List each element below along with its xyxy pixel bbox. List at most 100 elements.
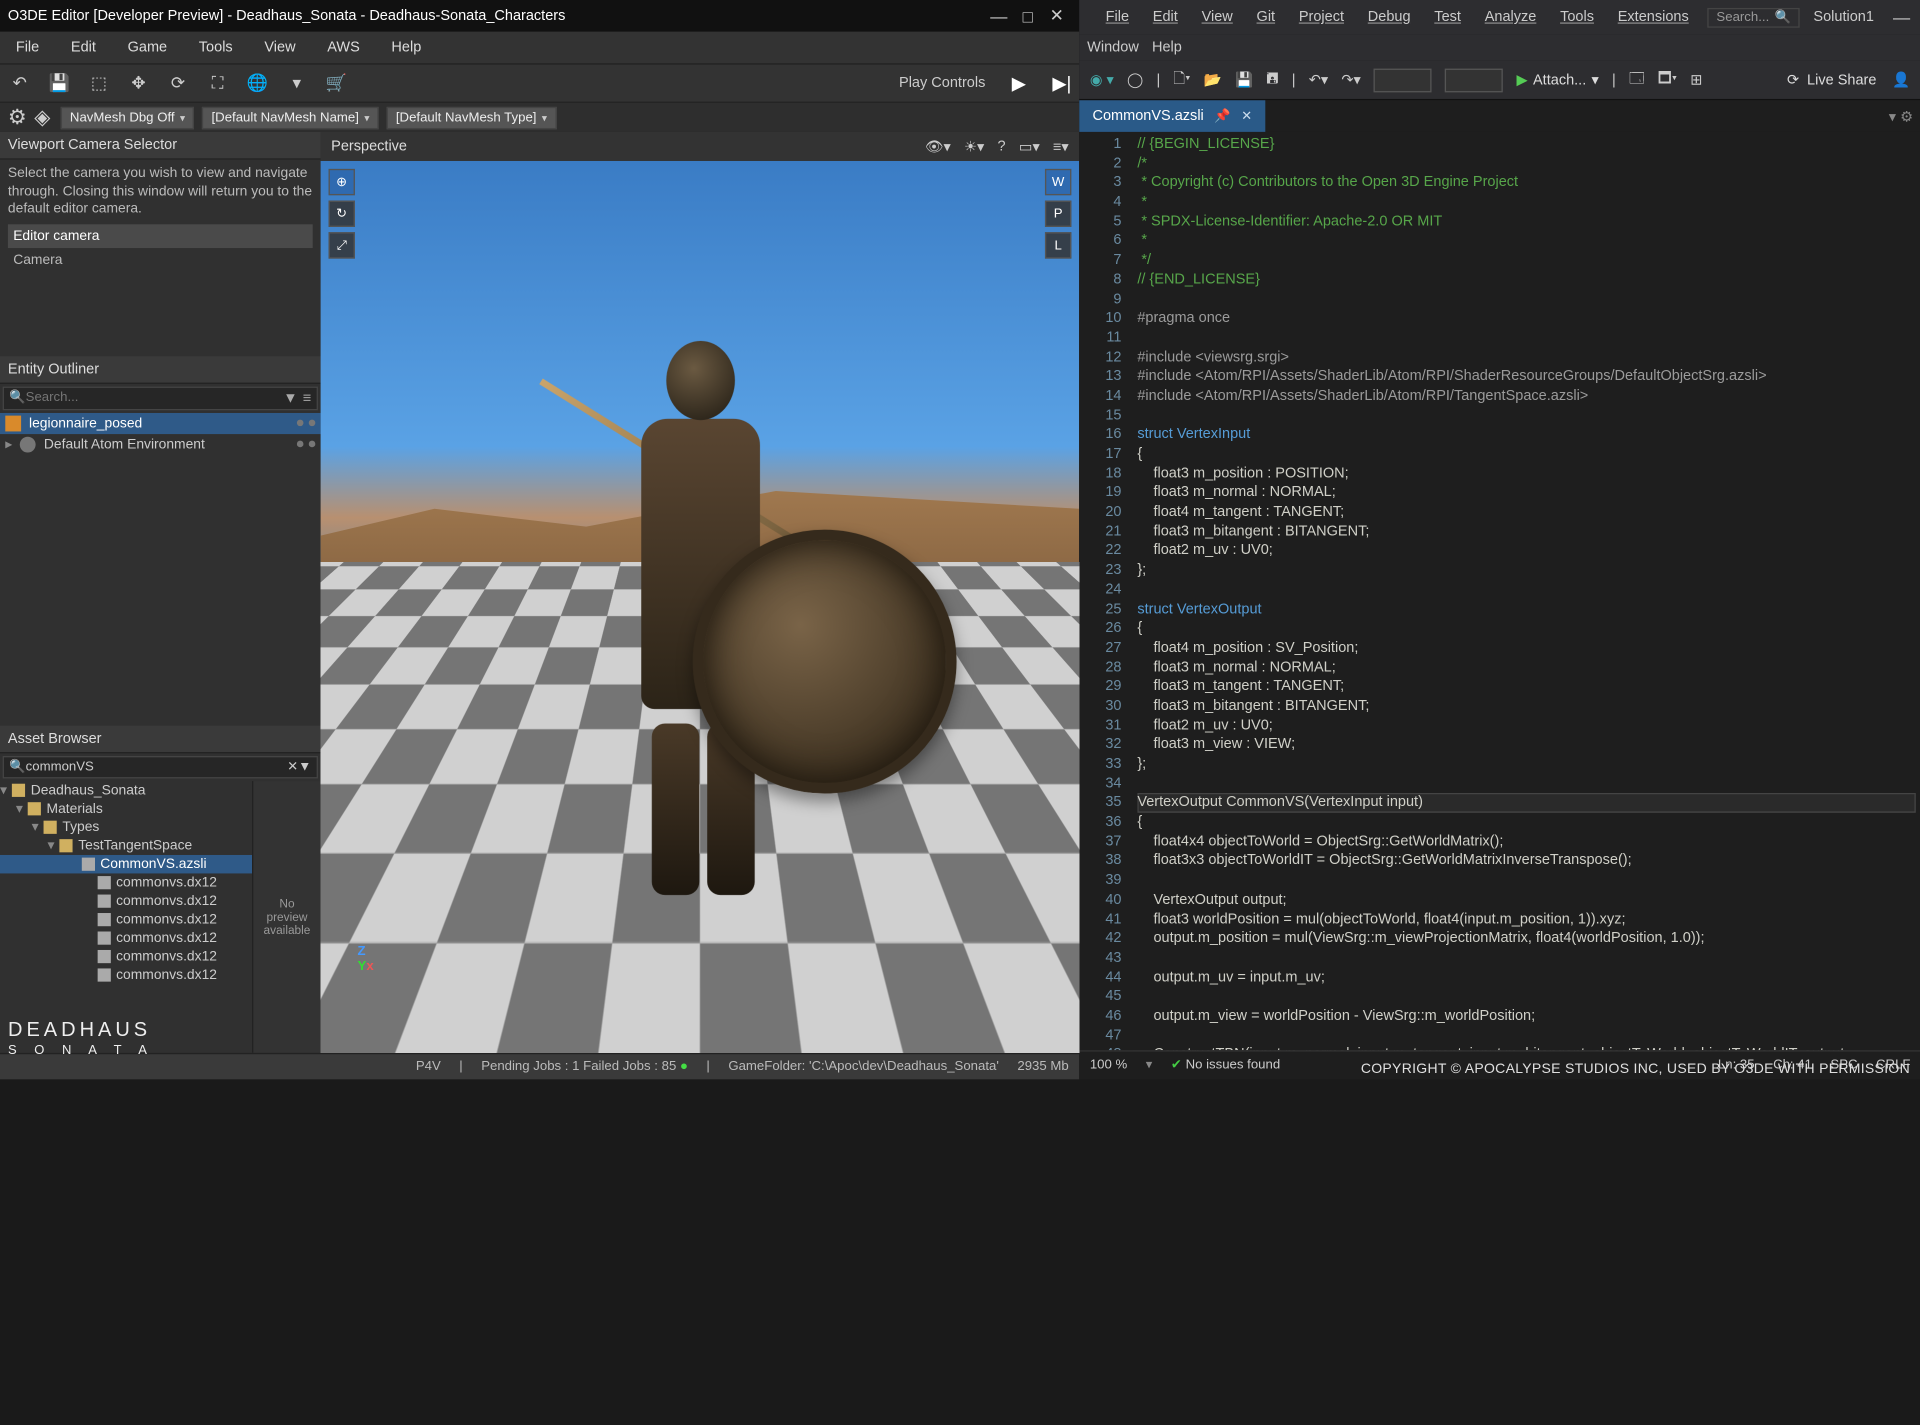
outliner-search-input[interactable] bbox=[26, 391, 284, 406]
globe-icon[interactable]: 🌐 bbox=[245, 71, 269, 95]
undo-icon[interactable]: ↶▾ bbox=[1309, 71, 1328, 88]
tab-options-icon[interactable]: ▾ ⚙ bbox=[1889, 108, 1913, 125]
asset-tree-item[interactable]: commonvs.dx12 bbox=[0, 874, 252, 892]
live-share[interactable]: ⟳ Live Share 👤 bbox=[1787, 71, 1911, 88]
outliner-search[interactable]: 🔍 ▼≡ bbox=[3, 386, 318, 410]
vp-help-icon[interactable]: ? bbox=[997, 138, 1005, 155]
vs-menu-test[interactable]: Test bbox=[1429, 9, 1466, 25]
vs-menu-project[interactable]: Project bbox=[1294, 9, 1350, 25]
vs-menu-git[interactable]: Git bbox=[1251, 9, 1280, 25]
vp-expand-icon[interactable]: ⤢ bbox=[329, 232, 355, 258]
asset-tree-item[interactable]: ▾Types bbox=[0, 819, 252, 837]
camera-item-camera[interactable]: Camera bbox=[8, 248, 313, 272]
asset-tree[interactable]: ▾Deadhaus_Sonata▾Materials▾Types▾TestTan… bbox=[0, 782, 252, 1053]
vs-menu-help[interactable]: Help bbox=[1152, 40, 1182, 56]
navmesh-name-select[interactable]: [Default NavMesh Name] bbox=[202, 106, 378, 128]
select-icon[interactable]: ⬚ bbox=[87, 71, 111, 95]
filter-icon[interactable]: ▼ bbox=[298, 761, 311, 776]
menu-tools[interactable]: Tools bbox=[183, 40, 249, 56]
clear-icon[interactable]: ✕ bbox=[287, 761, 298, 776]
asset-tree-item[interactable]: commonvs.dx12 bbox=[0, 966, 252, 984]
play-icon[interactable]: ▶ bbox=[1012, 72, 1026, 94]
vs-menu-extensions[interactable]: Extensions bbox=[1612, 9, 1694, 25]
vs-menu-debug[interactable]: Debug bbox=[1363, 9, 1416, 25]
vs-menu-window[interactable]: Window bbox=[1087, 40, 1139, 56]
vp-orbit-icon[interactable]: ↻ bbox=[329, 201, 355, 227]
vp-aspect-icon[interactable]: ▭▾ bbox=[1019, 138, 1040, 155]
fwd-icon[interactable]: ◯ bbox=[1127, 71, 1143, 88]
asset-tree-item[interactable]: ▾Materials bbox=[0, 800, 252, 818]
vp-sun-icon[interactable]: ☀▾ bbox=[964, 138, 984, 155]
platform-select[interactable] bbox=[1445, 68, 1503, 92]
status-p4[interactable]: P4V bbox=[416, 1059, 441, 1074]
nav-icon2[interactable]: ◈ bbox=[34, 104, 52, 130]
navmesh-dbg-select[interactable]: NavMesh Dbg Off bbox=[61, 106, 195, 128]
vs-menu-file[interactable]: File bbox=[1100, 9, 1134, 25]
open-icon[interactable]: 📂 bbox=[1204, 71, 1222, 88]
undo-icon[interactable]: ↶ bbox=[8, 71, 32, 95]
menu-file[interactable]: File bbox=[0, 40, 55, 56]
new-icon[interactable]: 🗋▾ bbox=[1173, 67, 1190, 92]
menu-edit[interactable]: Edit bbox=[55, 40, 112, 56]
navmesh-type-select[interactable]: [Default NavMesh Type] bbox=[387, 106, 557, 128]
config-select[interactable] bbox=[1374, 68, 1432, 92]
entity-row-legionnaire[interactable]: legionnaire_posed bbox=[0, 413, 321, 434]
vs-menu-view[interactable]: View bbox=[1196, 9, 1238, 25]
cart-icon[interactable]: 🛒 bbox=[325, 71, 349, 95]
asset-tree-item[interactable]: commonvs.dx12 bbox=[0, 893, 252, 911]
back-icon[interactable]: ◉ ▾ bbox=[1090, 71, 1114, 88]
asset-search-input[interactable] bbox=[26, 761, 288, 776]
vs-menu-edit[interactable]: Edit bbox=[1148, 9, 1184, 25]
vp-menu-icon[interactable]: ≡▾ bbox=[1053, 138, 1069, 155]
issues[interactable]: No issues found bbox=[1171, 1058, 1280, 1073]
menu-icon[interactable]: ≡ bbox=[303, 390, 311, 406]
asset-tree-item[interactable]: CommonVS.azsli bbox=[0, 856, 252, 874]
attach-button[interactable]: Attach... ▾ bbox=[1517, 71, 1599, 88]
minimize-icon[interactable]: — bbox=[1887, 7, 1916, 27]
asset-tree-item[interactable]: commonvs.dx12 bbox=[0, 948, 252, 966]
vp-w-btn[interactable]: W bbox=[1045, 169, 1071, 195]
tab-commonvs[interactable]: CommonVS.azsli 📌 ✕ bbox=[1079, 100, 1265, 132]
camera-item-editor[interactable]: Editor camera bbox=[8, 224, 313, 248]
vs-menu-analyze[interactable]: Analyze bbox=[1479, 9, 1541, 25]
asset-search[interactable]: 🔍 ✕ ▼ bbox=[3, 757, 318, 779]
zoom[interactable]: 100 % bbox=[1090, 1058, 1127, 1073]
vs-editor[interactable]: 1234567891011121314151617181920212223242… bbox=[1079, 132, 1920, 1050]
move-icon[interactable]: ✥ bbox=[127, 71, 151, 95]
asset-tree-item[interactable]: ▾Deadhaus_Sonata bbox=[0, 782, 252, 800]
tb-icon[interactable]: 🗖▾ bbox=[1658, 67, 1677, 92]
redo-icon[interactable]: ↷▾ bbox=[1341, 71, 1360, 88]
vp-eye-icon[interactable]: 👁▾ bbox=[925, 138, 951, 155]
menu-view[interactable]: View bbox=[249, 40, 312, 56]
save-icon[interactable]: 💾 bbox=[1235, 71, 1253, 88]
minimize-icon[interactable]: — bbox=[984, 6, 1013, 26]
nav-icon[interactable]: ⚙ bbox=[8, 104, 26, 130]
menu-game[interactable]: Game bbox=[112, 40, 183, 56]
tb-icon[interactable]: ⊞ bbox=[1690, 71, 1702, 88]
vp-l-btn[interactable]: L bbox=[1045, 232, 1071, 258]
menu-aws[interactable]: AWS bbox=[311, 40, 375, 56]
vs-solution[interactable]: Solution1 bbox=[1813, 9, 1874, 25]
play-next-icon[interactable]: ▶| bbox=[1052, 72, 1071, 94]
rotate-icon[interactable]: ⟳ bbox=[166, 71, 190, 95]
save-icon[interactable]: 💾 bbox=[47, 71, 71, 95]
close-tab-icon[interactable]: ✕ bbox=[1241, 109, 1252, 124]
pin-icon[interactable]: 📌 bbox=[1214, 109, 1230, 124]
vs-search[interactable]: Search... 🔍 bbox=[1707, 7, 1800, 27]
snap-icon[interactable]: ▾ bbox=[285, 71, 309, 95]
vp-p-btn[interactable]: P bbox=[1045, 201, 1071, 227]
vp-move-icon[interactable]: ⊕ bbox=[329, 169, 355, 195]
asset-tree-item[interactable]: commonvs.dx12 bbox=[0, 929, 252, 947]
scale-icon[interactable]: ⛶ bbox=[206, 71, 230, 95]
maximize-icon[interactable]: □ bbox=[1013, 6, 1042, 26]
tb-icon[interactable]: 🗔 bbox=[1629, 67, 1645, 92]
saveall-icon[interactable]: 🖪 bbox=[1266, 67, 1278, 92]
menu-help[interactable]: Help bbox=[376, 40, 438, 56]
asset-tree-item[interactable]: commonvs.dx12 bbox=[0, 911, 252, 929]
filter-icon[interactable]: ▼ bbox=[283, 390, 297, 406]
vs-menu-tools[interactable]: Tools bbox=[1555, 9, 1599, 25]
entity-row-environment[interactable]: ▸ Default Atom Environment bbox=[0, 434, 321, 455]
close-icon[interactable]: ✕ bbox=[1042, 5, 1071, 26]
viewport-3d[interactable]: ⊕ ↻ ⤢ W P L ZYx bbox=[321, 161, 1080, 1053]
asset-tree-item[interactable]: ▾TestTangentSpace bbox=[0, 837, 252, 855]
